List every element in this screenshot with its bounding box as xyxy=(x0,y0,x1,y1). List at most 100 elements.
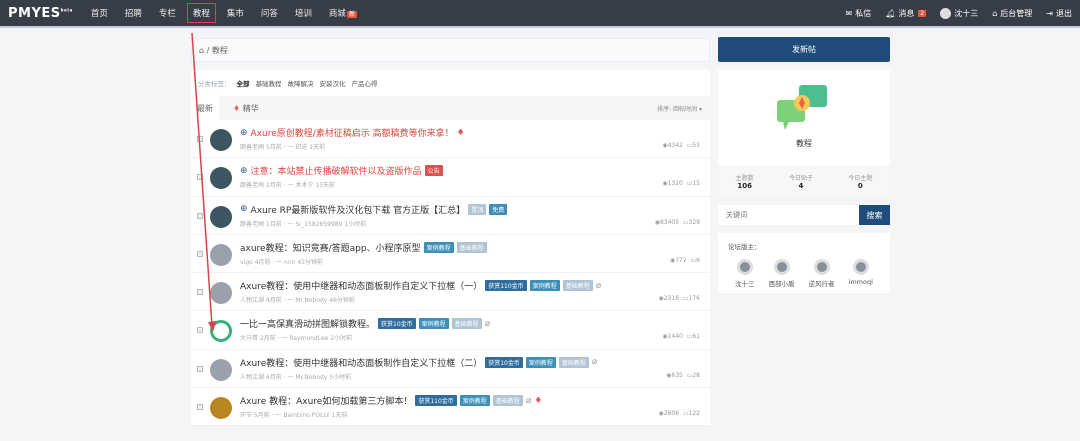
post-tag[interactable]: 获赏110金币 xyxy=(415,395,457,407)
filter-troubleshoot[interactable]: 故障解决 xyxy=(288,78,314,88)
post-row[interactable]: 一比一高保真滑动拼图解锁教程。 获赏10金币 案例教程 基础教程 ⌀ 大马哥 2月前 · … xyxy=(191,311,710,350)
moderator[interactable]: 西部小盾 xyxy=(769,259,795,288)
post-title-text[interactable]: Axure RP最新版软件及汉化包下载 官方正版【汇总】 xyxy=(251,203,466,216)
messages-link[interactable]: ✉ 私信 xyxy=(846,8,872,19)
post-tag[interactable]: 基础教程 xyxy=(492,395,523,407)
notices-link[interactable]: 🔔︎ 消息 2 xyxy=(885,8,927,19)
author-avatar[interactable] xyxy=(210,397,232,420)
post-title[interactable]: Axure教程：使用中继器和动态面板制作自定义下拉框（一） 获赏110金币 案例教程… xyxy=(240,279,601,292)
post-tag[interactable]: 获赏110金币 xyxy=(485,280,527,292)
select-checkbox[interactable] xyxy=(197,404,203,411)
post-tag[interactable]: 获赏10金币 xyxy=(485,356,523,368)
author-avatar[interactable] xyxy=(210,282,232,305)
post-meta: vigo 4月前 · 一 nnn 45分钟前 xyxy=(240,258,324,266)
stat-today-posts: 今日贴子 4 xyxy=(789,173,813,190)
filter-basic[interactable]: 基础教程 xyxy=(256,78,282,88)
user-menu: ✉ 私信 🔔︎ 消息 2 沈十三 ⌂ 后台管理 ⇥ 退出 xyxy=(846,7,1072,19)
filters-label: 分类标签： xyxy=(198,80,231,88)
post-title-text[interactable]: 一比一高保真滑动拼图解锁教程。 xyxy=(240,317,375,330)
username: 沈十三 xyxy=(954,8,979,18)
author-avatar[interactable] xyxy=(210,243,232,266)
logout-link[interactable]: ⇥ 退出 xyxy=(1046,8,1072,19)
post-meta: 颠善老闸 2月前 · 一 木术夕 13天前 xyxy=(240,182,335,190)
post-tag[interactable]: 免费 xyxy=(489,203,508,215)
author-avatar[interactable] xyxy=(210,358,232,381)
new-post-button[interactable]: 发新帖 xyxy=(718,37,890,62)
mail-icon: ✉ xyxy=(845,8,853,18)
tab-featured[interactable]: ♦ 精华 xyxy=(233,103,259,114)
attachment-icon: ⌀ xyxy=(591,357,598,368)
author-avatar[interactable] xyxy=(210,167,232,190)
nav-jobs[interactable]: 招聘 xyxy=(125,7,142,19)
nav-shop[interactable]: 商城新 xyxy=(329,7,357,19)
filter-experience[interactable]: 产品心得 xyxy=(352,78,378,88)
filter-all[interactable]: 全部 xyxy=(237,78,250,88)
logout-icon: ⇥ xyxy=(1046,8,1053,18)
post-tag[interactable]: 基础教程 xyxy=(451,318,482,330)
post-title[interactable]: ⊕ Axure RP最新版软件及汉化包下载 官方正版【汇总】 置顶 免费 xyxy=(240,203,508,216)
post-row[interactable]: ⊕ 注意：本站禁止传播破解软件以及盗版作品 公告颠善老闸 2月前 · 一 木术夕 1… xyxy=(191,158,710,197)
post-tag[interactable]: 获赏10金币 xyxy=(378,318,416,330)
post-tag[interactable]: 案例教程 xyxy=(525,356,556,368)
author-avatar[interactable] xyxy=(210,205,232,228)
post-tag[interactable]: 公告 xyxy=(424,165,443,177)
moderator[interactable]: immoql xyxy=(849,259,873,288)
post-row[interactable]: Axure教程：使用中继器和动态面板制作自定义下拉框（一） 获赏110金币 案例教程… xyxy=(191,273,710,312)
post-tag[interactable]: 基础教程 xyxy=(558,356,589,368)
filter-install[interactable]: 安装汉化 xyxy=(320,78,346,88)
sort-dropdown[interactable]: 排序: 回帖时间 ▾ xyxy=(657,104,702,113)
post-title[interactable]: ⊕ 注意：本站禁止传播破解软件以及盗版作品 公告 xyxy=(240,164,443,177)
stat-value: 106 xyxy=(737,181,752,190)
post-title[interactable]: Axure 教程：Axure如何加载第三方脚本！ 获赏110金币 案例教程 基础教程 ⌀… xyxy=(240,394,542,407)
logo[interactable]: PMYESbeta xyxy=(8,6,73,21)
select-checkbox[interactable] xyxy=(197,174,203,181)
post-title[interactable]: axure教程：知识竞赛/答题app、小程序原型 案例教程 基础教程 xyxy=(240,241,487,254)
nav-tutorials[interactable]: 教程 xyxy=(186,3,216,23)
moderator[interactable]: 逆风行者 xyxy=(809,259,835,288)
moderator[interactable]: 沈十三 xyxy=(735,259,755,288)
select-checkbox[interactable] xyxy=(197,289,203,296)
post-title-text[interactable]: Axure 教程：Axure如何加载第三方脚本！ xyxy=(240,394,412,407)
select-checkbox[interactable] xyxy=(197,365,203,372)
select-checkbox[interactable] xyxy=(197,136,203,142)
post-tag[interactable]: 置顶 xyxy=(468,203,487,215)
search-button[interactable]: 搜索 xyxy=(859,205,890,225)
post-title[interactable]: Axure教程：使用中继器和动态面板制作自定义下拉框（二） 获赏10金币 案例教程基… xyxy=(240,356,597,369)
view-count: 2316 xyxy=(663,295,680,303)
nav-home[interactable]: 首页 xyxy=(91,7,108,19)
tab-latest[interactable]: 最新 xyxy=(191,95,219,121)
stat-value: 0 xyxy=(857,181,863,190)
post-row[interactable]: Axure教程：使用中继器和动态面板制作自定义下拉框（二） 获赏10金币 案例教程基… xyxy=(191,350,710,389)
post-stats: ◉772 ▭6 xyxy=(670,257,700,264)
author-avatar[interactable] xyxy=(210,320,232,343)
post-title-text[interactable]: Axure教程：使用中继器和动态面板制作自定义下拉框（二） xyxy=(240,356,482,369)
post-tag[interactable]: 案例教程 xyxy=(423,241,454,253)
user-link[interactable]: 沈十三 xyxy=(940,7,979,19)
select-checkbox[interactable] xyxy=(197,250,203,257)
author-avatar[interactable] xyxy=(210,129,232,151)
post-row[interactable]: ⊕ Axure RP最新版软件及汉化包下载 官方正版【汇总】 置顶 免费 颠善老闸 1月… xyxy=(191,197,710,235)
post-title-text[interactable]: Axure原创教程/素材征稿启示 高额稿费等你来拿！ xyxy=(251,126,454,139)
select-checkbox[interactable] xyxy=(197,327,203,334)
post-title-text[interactable]: 注意：本站禁止传播破解软件以及盗版作品 xyxy=(251,164,422,177)
post-row[interactable]: ⊕ Axure原创教程/素材征稿启示 高额稿费等你来拿！ ♦ 颠善老闸 5月前 · 一… xyxy=(191,120,710,159)
post-tag[interactable]: 案例教程 xyxy=(459,395,490,407)
post-tag[interactable]: 案例教程 xyxy=(418,318,449,330)
post-title[interactable]: 一比一高保真滑动拼图解锁教程。 获赏10金币 案例教程 基础教程 ⌀ xyxy=(240,317,490,330)
nav-market[interactable]: 集市 xyxy=(227,7,244,19)
post-tag[interactable]: 基础教程 xyxy=(456,241,487,253)
select-checkbox[interactable] xyxy=(197,212,203,219)
post-row[interactable]: Axure 教程：Axure如何加载第三方脚本！ 获赏110金币 案例教程 基础教程 ⌀… xyxy=(191,388,710,427)
post-title-text[interactable]: Axure教程：使用中继器和动态面板制作自定义下拉框（一） xyxy=(240,279,482,292)
home-icon[interactable]: ⌂ xyxy=(199,46,204,55)
post-tag[interactable]: 案例教程 xyxy=(529,280,560,292)
post-title[interactable]: ⊕ Axure原创教程/素材征稿启示 高额稿费等你来拿！ ♦ xyxy=(240,126,465,140)
nav-qa[interactable]: 问答 xyxy=(261,7,278,19)
admin-link[interactable]: ⌂ 后台管理 xyxy=(992,8,1032,19)
nav-training[interactable]: 培训 xyxy=(295,7,312,19)
search-input[interactable] xyxy=(718,205,859,225)
nav-columns[interactable]: 专栏 xyxy=(159,7,176,19)
post-title-text[interactable]: axure教程：知识竞赛/答题app、小程序原型 xyxy=(240,241,421,254)
post-tag[interactable]: 基础教程 xyxy=(562,280,593,292)
post-row[interactable]: axure教程：知识竞赛/答题app、小程序原型 案例教程 基础教程 vigo 4月前… xyxy=(191,235,710,274)
